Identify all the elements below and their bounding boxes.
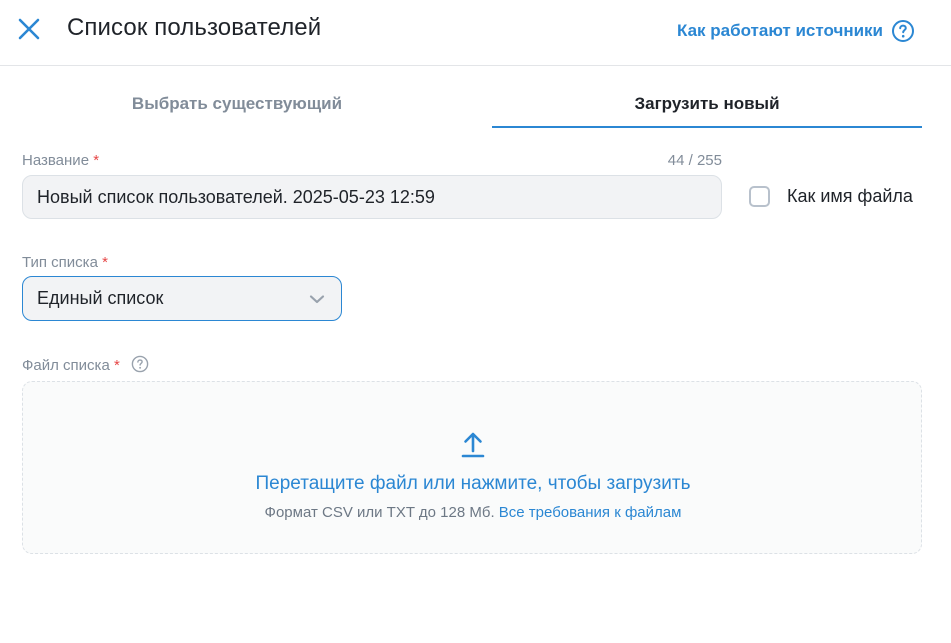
required-mark: * [102, 254, 108, 271]
list-type-value: Единый список [37, 288, 164, 308]
header: Список пользователей Как работают источн… [0, 0, 951, 66]
list-type-select[interactable]: Единый список [22, 276, 342, 321]
file-label-text: Файл списка [22, 357, 110, 374]
page-title: Список пользователей [67, 14, 322, 41]
file-dropzone[interactable]: Перетащите файл или нажмите, чтобы загру… [22, 381, 922, 554]
chevron-down-icon [309, 294, 325, 303]
required-mark: * [113, 357, 120, 374]
question-circle-icon[interactable] [891, 19, 915, 43]
tab-select-existing[interactable]: Выбрать существующий [22, 80, 452, 128]
dropzone-title[interactable]: Перетащите файл или нажмите, чтобы загру… [23, 473, 923, 495]
char-counter: 44 / 255 [667, 152, 722, 169]
dropzone-hint: Формат CSV или TXT до 128 Мб. Все требов… [23, 504, 923, 521]
filename-checkbox[interactable] [749, 186, 770, 207]
filename-checkbox-label[interactable]: Как имя файла [787, 186, 913, 207]
file-field-label: Файл списка * [22, 357, 120, 374]
list-type-label-text: Тип списка [22, 254, 98, 271]
upload-icon [461, 432, 485, 458]
list-type-label: Тип списка * [22, 254, 108, 271]
required-mark: * [93, 152, 100, 169]
close-icon[interactable] [16, 16, 42, 42]
question-circle-icon[interactable] [131, 355, 149, 373]
name-field-label: Название * [22, 152, 99, 169]
format-hint: Формат CSV или TXT до 128 Мб. [264, 504, 495, 521]
filename-checkbox-row[interactable]: Как имя файла [749, 186, 913, 207]
list-name-input[interactable] [22, 175, 722, 219]
file-requirements-link[interactable]: Все требования к файлам [499, 504, 682, 521]
name-label-text: Название [22, 152, 90, 169]
how-sources-work-link[interactable]: Как работают источники [677, 19, 915, 43]
help-link-label[interactable]: Как работают источники [677, 21, 883, 41]
tab-upload-new[interactable]: Загрузить новый [492, 80, 922, 128]
source-tabs: Выбрать существующий Загрузить новый [22, 80, 922, 128]
